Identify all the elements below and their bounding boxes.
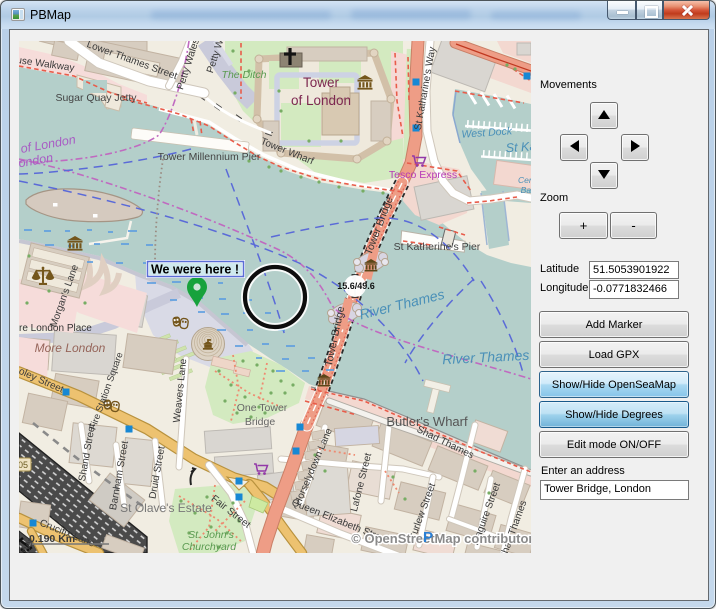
svg-text:Tower Millennium Pier: Tower Millennium Pier xyxy=(158,151,261,163)
svg-text:More London: More London xyxy=(35,341,106,355)
svg-text:We were here !: We were here ! xyxy=(151,263,239,277)
svg-text:St Olave's Estate: St Olave's Estate xyxy=(120,501,212,515)
svg-text:One Tower: One Tower xyxy=(237,402,288,414)
svg-text:of London: of London xyxy=(291,93,351,108)
svg-text:05: 05 xyxy=(19,460,28,470)
svg-text:Bridge: Bridge xyxy=(245,416,276,428)
svg-text:The Ditch: The Ditch xyxy=(222,69,267,81)
svg-text:Bas: Bas xyxy=(521,185,531,195)
svg-text:© OpenStreetMap contributors: © OpenStreetMap contributors xyxy=(351,531,531,546)
svg-text:St. John's: St. John's xyxy=(188,529,235,541)
svg-text:Tower: Tower xyxy=(303,75,340,90)
svg-text:Butler's Wharf: Butler's Wharf xyxy=(386,414,468,429)
svg-text:15.6/49.6: 15.6/49.6 xyxy=(337,281,375,291)
svg-text:Sugar Quay Jetty: Sugar Quay Jetty xyxy=(55,92,137,104)
svg-text:St Katherine's Pier: St Katherine's Pier xyxy=(394,241,481,253)
svg-text:Cent: Cent xyxy=(518,175,531,185)
svg-text:Churchyard: Churchyard xyxy=(182,541,237,553)
svg-text:St Kat: St Kat xyxy=(505,139,531,155)
svg-text:P: P xyxy=(423,529,433,546)
svg-text:0.190 Km: 0.190 Km xyxy=(29,533,75,545)
svg-text:Tesco Express: Tesco Express xyxy=(389,169,457,181)
